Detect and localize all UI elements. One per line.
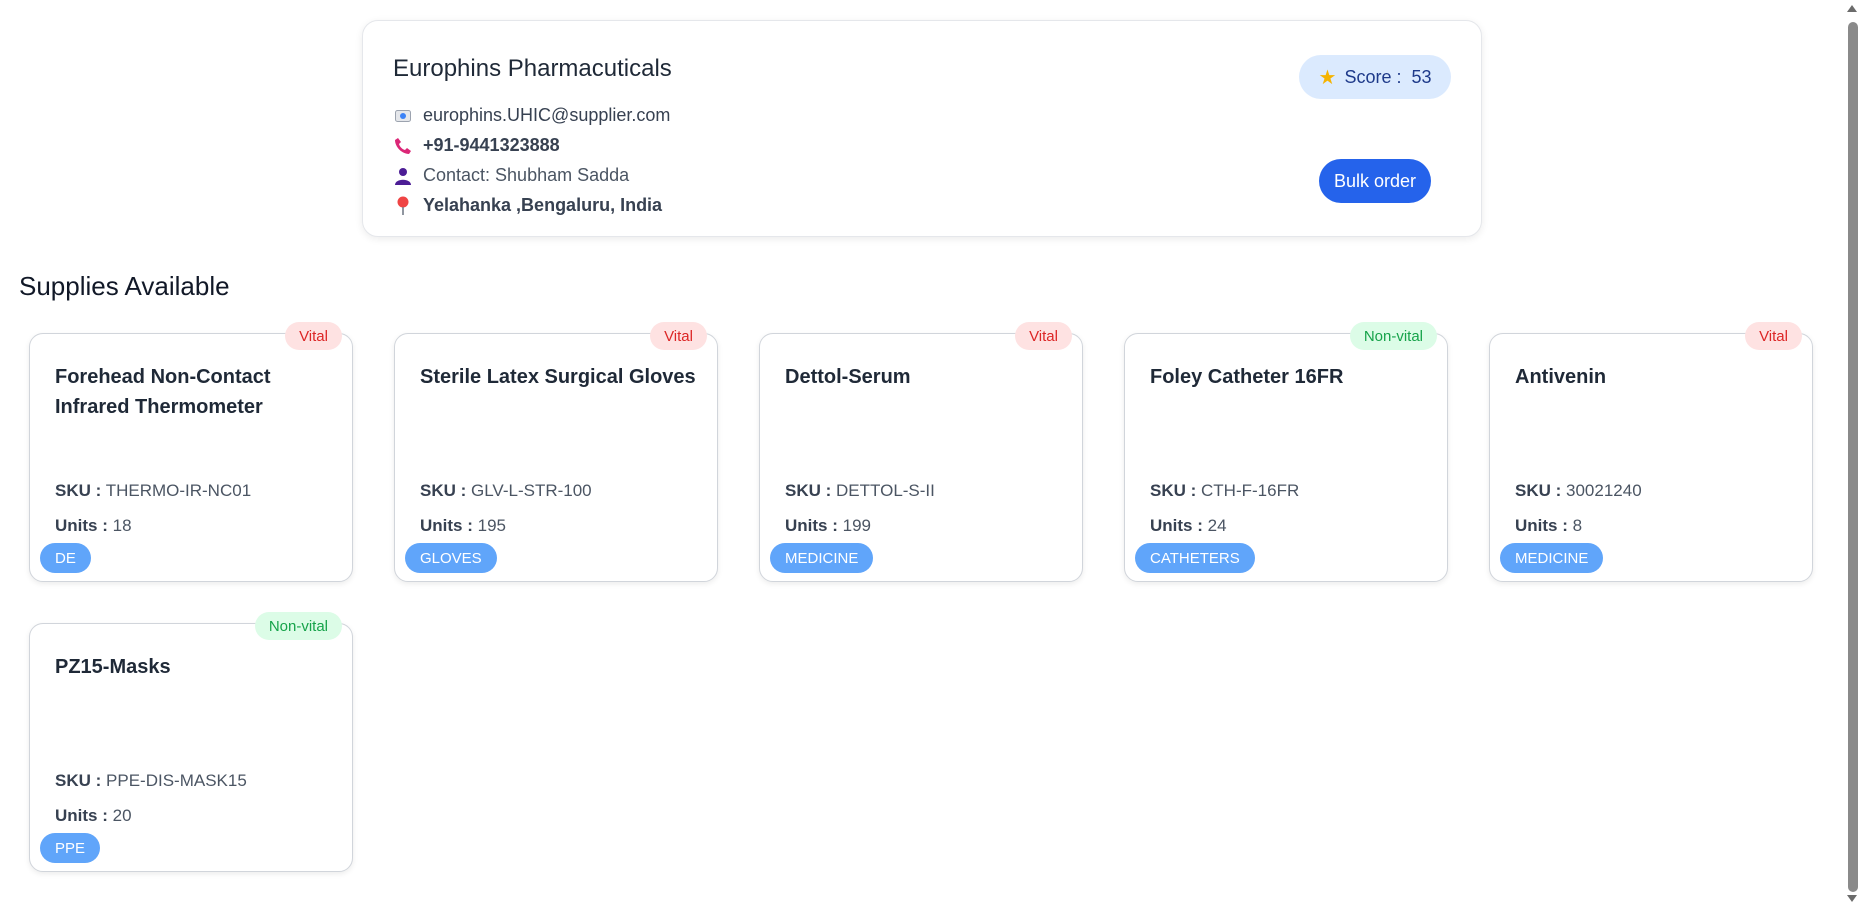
- item-sku: SKU : PPE-DIS-MASK15: [55, 771, 247, 790]
- item-units: Units : 8: [1515, 516, 1583, 535]
- person-icon: [393, 166, 413, 186]
- supply-card[interactable]: Vital Sterile Latex Surgical Gloves SKU …: [394, 322, 718, 582]
- scrollbar-thumb[interactable]: [1848, 22, 1858, 892]
- bulk-order-button[interactable]: Bulk order: [1319, 159, 1431, 203]
- supplier-location-row: Yelahanka ,Bengaluru, India: [393, 195, 662, 216]
- star-icon: ★: [1318, 66, 1337, 89]
- item-sku: SKU : 30021240: [1515, 481, 1642, 500]
- item-name: Foley Catheter 16FR: [1150, 366, 1344, 388]
- item-sku: SKU : DETTOL-S-II: [785, 481, 935, 500]
- supply-card[interactable]: Non-vital PZ15-Masks SKU : PPE-DIS-MASK1…: [29, 612, 353, 872]
- vital-badge: Vital: [285, 322, 342, 350]
- phone-icon: [393, 136, 413, 156]
- item-units: Units : 195: [420, 516, 506, 535]
- id-card-icon: [393, 106, 413, 126]
- pin-icon: [393, 196, 413, 216]
- supplier-contact-row: Contact: Shubham Sadda: [393, 165, 629, 186]
- supplier-contact: Contact: Shubham Sadda: [423, 165, 630, 185]
- vital-badge: Vital: [650, 322, 707, 350]
- category-tag: DE: [40, 543, 91, 573]
- section-title: Supplies Available: [19, 271, 230, 301]
- category-tag: PPE: [40, 833, 101, 863]
- supplier-phone-row: +91-9441323888: [393, 135, 560, 156]
- item-sku: SKU : THERMO-IR-NC01: [55, 481, 252, 500]
- item-units: Units : 199: [785, 516, 871, 535]
- supplier-location: Yelahanka ,Bengaluru, India: [423, 195, 663, 215]
- supplier-email-row: europhins.UHIC@supplier.com: [393, 105, 670, 126]
- item-name: Forehead Non-Contact Infrared Thermomete…: [55, 366, 271, 418]
- vertical-scrollbar[interactable]: [1845, 0, 1860, 907]
- item-sku: SKU : CTH-F-16FR: [1150, 481, 1300, 500]
- score-value: 53: [1411, 66, 1432, 87]
- non-vital-badge: Non-vital: [254, 612, 342, 640]
- item-name: Antivenin: [1515, 366, 1607, 388]
- score-pill: ★ Score : 53: [1299, 55, 1451, 99]
- supplier-email: europhins.UHIC@supplier.com: [423, 105, 671, 125]
- item-name: PZ15-Masks: [55, 656, 171, 678]
- vital-badge: Vital: [1745, 322, 1802, 350]
- item-units: Units : 18: [55, 516, 132, 535]
- supply-card[interactable]: Vital Antivenin SKU : 30021240 Units : 8…: [1489, 322, 1813, 582]
- supply-card[interactable]: Vital Forehead Non-Contact Infrared Ther…: [29, 322, 353, 582]
- item-units: Units : 24: [1150, 516, 1227, 535]
- scroll-up-arrow-icon[interactable]: [1847, 5, 1857, 12]
- supplier-name: Europhins Pharmacuticals: [393, 55, 672, 82]
- supplier-card: Europhins Pharmacuticals europhins.UHIC@…: [362, 20, 1482, 237]
- item-name: Dettol-Serum: [785, 366, 911, 388]
- category-tag: GLOVES: [405, 543, 497, 573]
- item-name: Sterile Latex Surgical Gloves: [420, 366, 696, 388]
- category-tag: MEDICINE: [770, 543, 874, 573]
- score-label: Score :: [1344, 66, 1402, 87]
- category-tag: MEDICINE: [1500, 543, 1604, 573]
- supply-card[interactable]: Non-vital Foley Catheter 16FR SKU : CTH-…: [1124, 322, 1448, 582]
- non-vital-badge: Non-vital: [1349, 322, 1437, 350]
- scroll-down-arrow-icon[interactable]: [1847, 895, 1857, 902]
- category-tag: CATHETERS: [1135, 543, 1255, 573]
- vital-badge: Vital: [1015, 322, 1072, 350]
- item-sku: SKU : GLV-L-STR-100: [420, 481, 592, 500]
- item-units: Units : 20: [55, 806, 132, 825]
- supply-card[interactable]: Vital Dettol-Serum SKU : DETTOL-S-II Uni…: [759, 322, 1083, 582]
- supplier-phone: +91-9441323888: [423, 135, 560, 155]
